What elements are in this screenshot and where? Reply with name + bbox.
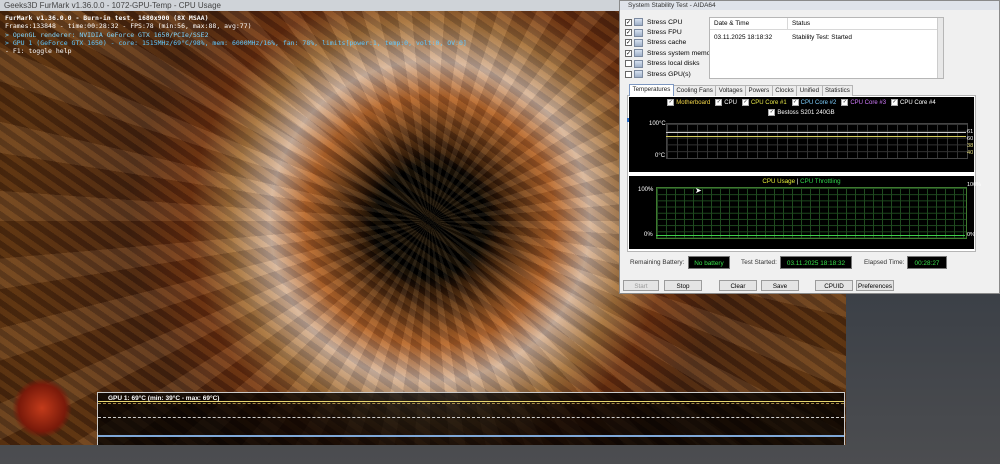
legend-cpu-core-2[interactable]: ✓ CPU Core #2 <box>791 99 836 106</box>
stress-gpu-label: Stress GPU(s) <box>647 70 691 78</box>
legend-cpu[interactable]: ✓ CPU <box>715 99 737 106</box>
stress-options: ✓ Stress CPU ✓ Stress FPU ✓ Stress cache… <box>625 17 716 79</box>
tab-voltages[interactable]: Voltages <box>715 85 747 96</box>
elapsed-time-value: 00:28:27 <box>907 256 947 269</box>
stress-cpu-checkbox[interactable]: ✓ <box>625 18 632 26</box>
stress-gpu-checkbox[interactable] <box>625 70 632 78</box>
tab-cooling-fans[interactable]: Cooling Fans <box>672 85 717 96</box>
hud-renderer: > OpenGL renderer: NVIDIA GeForce GTX 16… <box>5 30 209 39</box>
stress-cache-option[interactable]: ✓ Stress cache <box>625 38 716 48</box>
mouse-cursor-icon: ➤ <box>695 186 702 195</box>
stress-gpu-option[interactable]: Stress GPU(s) <box>625 69 716 79</box>
temp-grid <box>666 123 968 159</box>
test-info-row: Remaining Battery: No battery Test Start… <box>627 256 977 270</box>
usage-axis-bottom-left: 0% <box>644 232 653 238</box>
gpu-temp-graph: GPU 1: 69°C (min: 39°C - max: 69°C) <box>97 392 845 445</box>
stress-disks-option[interactable]: Stress local disks <box>625 59 716 69</box>
fpu-icon <box>634 28 643 37</box>
usage-grid <box>656 187 967 239</box>
stress-disks-label: Stress local disks <box>647 60 700 68</box>
stress-cpu-label: Stress CPU <box>647 18 683 26</box>
stress-memory-label: Stress system memory <box>647 49 717 57</box>
hud-title: FurMark v1.36.0.0 - Burn-in test, 1680x9… <box>5 14 209 22</box>
cache-icon <box>634 38 643 47</box>
test-started-label: Test Started: <box>741 259 777 266</box>
temp-series-line-2 <box>666 136 966 137</box>
temp-readout: 61 60 38 40 <box>967 129 974 156</box>
stress-fpu-label: Stress FPU <box>647 29 682 37</box>
temp-series-line <box>666 132 966 133</box>
stress-fpu-option[interactable]: ✓ Stress FPU <box>625 27 716 37</box>
legend-ssd[interactable]: ✓ Bestoss S201 240GB <box>629 109 974 116</box>
log-row[interactable]: 03.11.2025 18:18:32 Stability Test: Star… <box>710 32 943 43</box>
legend-cpu-core-1[interactable]: ✓ CPU Core #1 <box>741 99 787 106</box>
log-date: 03.11.2025 18:18:32 <box>714 34 773 41</box>
save-button[interactable]: Save <box>761 280 799 291</box>
hud-frames: Frames:133848 - time:00:28:32 - FPS:78 (… <box>5 22 252 31</box>
preferences-button[interactable]: Preferences <box>856 280 894 291</box>
furmark-hud: FurMark v1.36.0.0 - Burn-in test, 1680x9… <box>5 14 467 55</box>
hud-gpu-info: > GPU 1 (GeForce GTX 1650) - core: 1515M… <box>5 38 467 47</box>
aida-title-bar[interactable]: System Stability Test - AIDA64 <box>620 1 999 10</box>
tab-temperatures[interactable]: Temperatures <box>629 84 674 96</box>
test-started-value: 03.11.2025 18:18:32 <box>780 256 852 269</box>
stress-cache-checkbox[interactable]: ✓ <box>625 39 632 47</box>
stress-cpu-option[interactable]: ✓ Stress CPU <box>625 17 716 27</box>
log-scrollbar[interactable] <box>937 18 943 78</box>
cpuid-button[interactable]: CPUID <box>815 280 853 291</box>
usage-axis-top-right: 100% <box>967 182 982 188</box>
tab-statistics[interactable]: Statistics <box>821 85 854 96</box>
tab-clocks[interactable]: Clocks <box>771 85 798 96</box>
hud-help: - F1: toggle help <box>5 47 72 56</box>
tab-powers[interactable]: Powers <box>745 85 773 96</box>
temp-axis-bottom: 0°C <box>655 153 666 159</box>
clear-button[interactable]: Clear <box>719 280 757 291</box>
log-status: Stability Test: Started <box>792 34 852 41</box>
usage-axis-bottom-right: 0% <box>967 232 975 238</box>
usage-axis-top-left: 100% <box>638 187 654 193</box>
temp-max-line <box>98 403 844 404</box>
stop-button[interactable]: Stop <box>664 280 702 291</box>
graph-tabs: Temperatures Cooling Fans Voltages Power… <box>629 84 854 97</box>
legend-cpu-core-3[interactable]: ✓ CPU Core #3 <box>841 99 886 106</box>
gpu-temp-label: GPU 1: 69°C (min: 39°C - max: 69°C) <box>108 395 220 402</box>
disk-icon <box>634 59 643 68</box>
remaining-battery-label: Remaining Battery: <box>630 259 685 266</box>
stress-disks-checkbox[interactable] <box>625 60 632 68</box>
stress-memory-option[interactable]: ✓ Stress system memory <box>625 48 716 58</box>
stress-cache-label: Stress cache <box>647 39 687 47</box>
log-col-status[interactable]: Status <box>788 18 810 29</box>
temp-axis-top: 100°C <box>649 121 666 127</box>
legend-motherboard[interactable]: ✓ Motherboard <box>667 99 710 106</box>
elapsed-time-label: Elapsed Time: <box>864 259 905 266</box>
start-button[interactable]: Start <box>623 280 659 291</box>
stress-fpu-checkbox[interactable]: ✓ <box>625 29 632 37</box>
cpu-usage-graph: CPU Usage | CPU Throttling 100% 0% 100% … <box>629 176 981 249</box>
furmark-logo <box>12 378 72 438</box>
temp-legend: ✓ Motherboard ✓ CPU ✓ CPU Core #1 ✓ CPU Core… <box>629 99 974 106</box>
stress-memory-checkbox[interactable]: ✓ <box>625 49 632 57</box>
remaining-battery-value: No battery <box>688 256 730 269</box>
temperature-graph: ✓ Motherboard ✓ CPU ✓ CPU Core #1 ✓ CPU Core… <box>629 97 974 172</box>
log-col-date[interactable]: Date & Time <box>710 18 788 29</box>
button-bar: Start Stop Clear Save CPUID Preferences <box>621 280 981 293</box>
status-log: Date & Time Status 03.11.2025 18:18:32 S… <box>709 17 944 79</box>
legend-cpu-core-4[interactable]: ✓ CPU Core #4 <box>891 99 936 106</box>
usage-title: CPU Usage | CPU Throttling <box>762 178 841 185</box>
memory-icon <box>634 49 643 58</box>
temp-min-line <box>98 417 844 418</box>
throttling-line <box>656 235 965 236</box>
tab-unified[interactable]: Unified <box>796 85 823 96</box>
gpu-icon <box>634 70 643 79</box>
graph-baseline <box>98 435 844 437</box>
cpu-icon <box>634 18 643 27</box>
